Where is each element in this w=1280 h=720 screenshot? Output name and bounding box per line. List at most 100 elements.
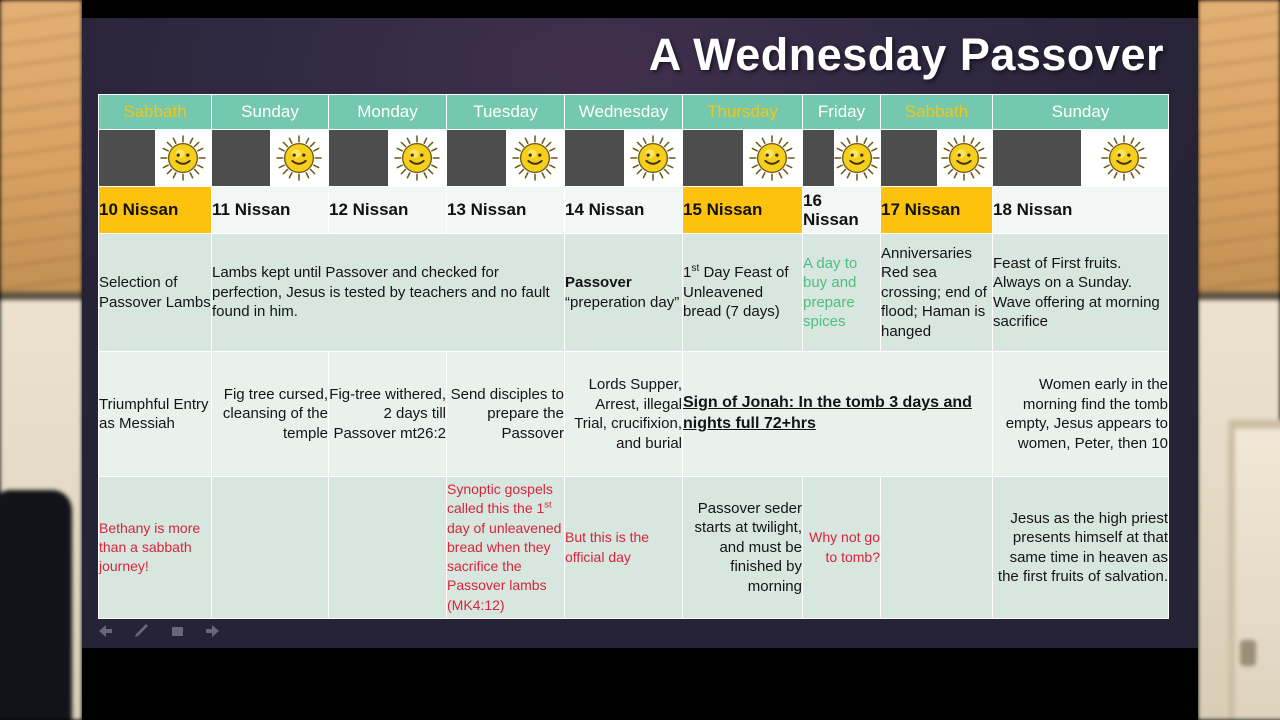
note-empty-sunday	[211, 476, 329, 619]
rectangle-icon[interactable]	[168, 622, 186, 640]
event-feast-of-first-fruits: Feast of First fruits. Always on a Sunda…	[992, 233, 1169, 352]
day-header-thursday: Thursday	[682, 94, 803, 130]
daylight-block	[155, 130, 211, 186]
sign-of-jonah-text: Sign of Jonah: In the tomb 3 days and ni…	[683, 394, 972, 432]
forward-arrow-icon[interactable]	[204, 622, 222, 640]
sun-smiley-icon	[160, 135, 206, 181]
daylight-block	[623, 130, 682, 186]
day-header-sunday-1: Sunday	[211, 94, 329, 130]
daylight-block	[742, 130, 802, 186]
date-13-nissan: 13 Nissan	[446, 186, 565, 234]
event-selection-of-lambs: Selection of Passover Lambs	[98, 233, 212, 352]
sun-smiley-icon	[749, 135, 796, 181]
night-block-icon	[683, 130, 743, 186]
day-header-monday: Monday	[328, 94, 447, 130]
daylight-block	[1080, 130, 1168, 186]
sky-cell-4	[446, 129, 565, 187]
night-block-icon	[803, 130, 834, 186]
sun-smiley-icon	[629, 135, 676, 181]
night-block-icon	[212, 130, 270, 186]
sun-smiley-icon	[393, 135, 440, 181]
note-jesus-high-priest: Jesus as the high priest presents himsel…	[992, 476, 1169, 619]
day-header-sabbath-2: Sabbath	[880, 94, 993, 130]
event-red-sea-anniversaries: Anniversaries Red sea crossing; end of f…	[880, 233, 993, 352]
day-header-sunday-2: Sunday	[992, 94, 1169, 130]
event-women-find-tomb-empty: Women early in the morning find the tomb…	[992, 351, 1169, 477]
pen-icon[interactable]	[132, 622, 150, 640]
night-block-icon	[881, 130, 937, 186]
event-fig-tree-cursed: Fig tree cursed, cleansing of the temple	[211, 351, 329, 477]
presenter-toolbar[interactable]	[90, 618, 222, 644]
daylight-block	[936, 130, 992, 186]
synoptic-text-b: day of unleavened bread when they sacrif…	[447, 519, 562, 613]
night-block-icon	[99, 130, 155, 186]
sun-smiley-icon	[834, 135, 880, 181]
day-header-tuesday: Tuesday	[446, 94, 565, 130]
event-triumphal-entry: Triumphful Entry as Messiah	[98, 351, 212, 477]
event-buy-prepare-spices: A day to buy and prepare spices	[802, 233, 881, 352]
sky-cell-5	[564, 129, 683, 187]
webcam-background-left	[0, 0, 82, 720]
event-sign-of-jonah: Sign of Jonah: In the tomb 3 days and ni…	[682, 351, 993, 477]
synoptic-ordinal-suffix: st	[544, 499, 552, 511]
day-night-row	[98, 129, 1169, 187]
date-11-nissan: 11 Nissan	[211, 186, 329, 234]
sun-smiley-icon	[1101, 135, 1148, 181]
note-synoptic-gospels: Synoptic gospels called this the 1st day…	[446, 476, 565, 619]
event-lambs-kept-until-passover: Lambs kept until Passover and checked fo…	[211, 233, 565, 352]
sky-cell-9	[992, 129, 1169, 187]
event-send-disciples: Send disciples to prepare the Passover	[446, 351, 565, 477]
shared-screen: A Wednesday Passover Sabbath Sunday Mond…	[82, 0, 1198, 720]
note-empty-monday	[328, 476, 447, 619]
events-row-1: Selection of Passover Lambs Lambs kept u…	[98, 233, 1169, 352]
screen: A Wednesday Passover Sabbath Sunday Mond…	[0, 0, 1280, 720]
preparation-day-label: “preperation day”	[565, 293, 680, 311]
daylight-block	[387, 130, 446, 186]
office-chair	[0, 490, 72, 720]
event-passover-preparation-day: Passover “preperation day”	[564, 233, 683, 352]
event-first-day-unleavened-bread: 1st Day Feast of Unleavened bread (7 day…	[682, 233, 803, 352]
passover-label: Passover	[565, 274, 632, 291]
sky-cell-2	[211, 129, 329, 187]
night-block-icon	[329, 130, 388, 186]
wood-ceiling	[0, 0, 82, 300]
letterbox-top	[82, 0, 1198, 18]
note-bethany-sabbath-journey: Bethany is more than a sabbath journey!	[98, 476, 212, 619]
date-15-nissan: 15 Nissan	[682, 186, 803, 234]
slide-title-area: A Wednesday Passover	[82, 18, 1198, 92]
events-row-2: Triumphful Entry as Messiah Fig tree cur…	[98, 351, 1169, 477]
letterbox-bottom	[82, 648, 1198, 720]
sky-cell-3	[328, 129, 447, 187]
date-16-nissan: 16 Nissan	[802, 186, 881, 234]
hebrew-date-row: 10 Nissan 11 Nissan 12 Nissan 13 Nissan …	[98, 186, 1169, 234]
doorway	[1228, 420, 1280, 720]
daylight-block	[505, 130, 564, 186]
sun-smiley-icon	[511, 135, 558, 181]
day-header-friday: Friday	[802, 94, 881, 130]
door-handle	[1240, 640, 1256, 666]
back-arrow-icon[interactable]	[96, 622, 114, 640]
feast-text: Day Feast of Unleavened bread (7 days)	[683, 264, 789, 321]
sun-smiley-icon	[276, 135, 322, 181]
note-passover-seder-twilight: Passover seder starts at twilight, and m…	[682, 476, 803, 619]
sun-smiley-icon	[941, 135, 988, 181]
presentation-slide: A Wednesday Passover Sabbath Sunday Mond…	[82, 18, 1198, 648]
event-lords-supper-crucifixion: Lords Supper, Arrest, illegal Trial, cru…	[564, 351, 683, 477]
date-18-nissan: 18 Nissan	[992, 186, 1169, 234]
sky-cell-8	[880, 129, 993, 187]
day-header-sabbath-1: Sabbath	[98, 94, 212, 130]
webcam-background-right	[1198, 0, 1280, 720]
note-empty-sabbath	[880, 476, 993, 619]
day-name-header-row: Sabbath Sunday Monday Tuesday Wednesday …	[98, 94, 1169, 130]
note-official-day: But this is the official day	[564, 476, 683, 619]
page-title: A Wednesday Passover	[648, 29, 1164, 80]
event-fig-tree-withered: Fig-tree withered, 2 days till Passover …	[328, 351, 447, 477]
notes-row: Bethany is more than a sabbath journey! …	[98, 476, 1169, 619]
night-block-icon	[447, 130, 506, 186]
sky-cell-7	[802, 129, 881, 187]
night-block-icon	[993, 130, 1081, 186]
daylight-block	[270, 130, 328, 186]
sky-cell-1	[98, 129, 212, 187]
note-why-not-go-to-tomb: Why not go to tomb?	[802, 476, 881, 619]
date-14-nissan: 14 Nissan	[564, 186, 683, 234]
